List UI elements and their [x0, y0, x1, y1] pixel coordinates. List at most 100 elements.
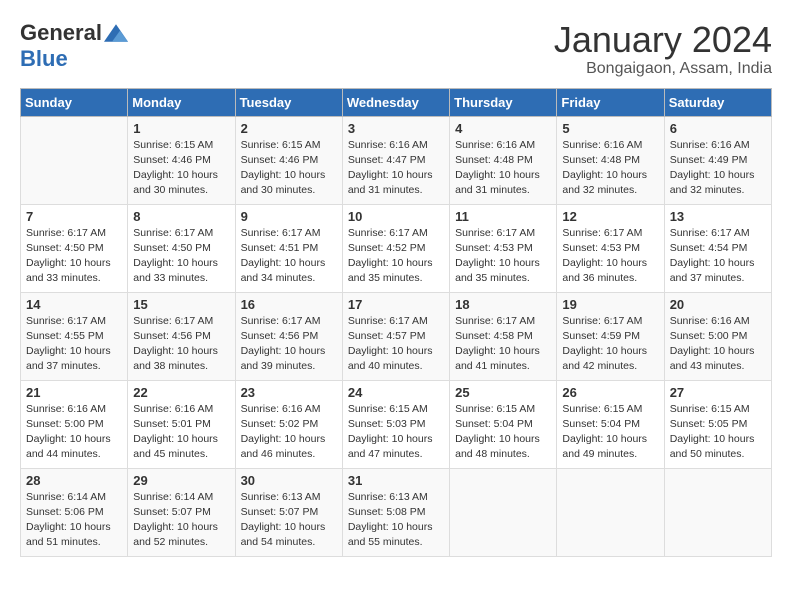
calendar-cell: 1 Sunrise: 6:15 AMSunset: 4:46 PMDaylight…	[128, 116, 235, 204]
day-number: 1	[133, 121, 229, 136]
week-row-2: 7Sunrise: 6:17 AMSunset: 4:50 PMDaylight…	[21, 204, 772, 292]
day-info: Sunrise: 6:16 AMSunset: 5:00 PMDaylight:…	[670, 314, 766, 375]
calendar-cell: 22Sunrise: 6:16 AMSunset: 5:01 PMDayligh…	[128, 380, 235, 468]
day-info: Sunrise: 6:17 AMSunset: 4:59 PMDaylight:…	[562, 314, 658, 375]
location-text: Bongaigaon, Assam, India	[554, 60, 772, 78]
calendar-cell: 26 Sunrise: 6:15 AMSunset: 5:04 PMDayligh…	[557, 380, 664, 468]
day-info: Sunrise: 6:15 AMSunset: 5:04 PMDaylight:…	[562, 402, 658, 463]
day-info: Sunrise: 6:13 AMSunset: 5:07 PMDaylight:…	[241, 490, 337, 551]
week-row-4: 21 Sunrise: 6:16 AMSunset: 5:00 PMDayligh…	[21, 380, 772, 468]
day-number: 29	[133, 473, 229, 488]
calendar-cell: 31 Sunrise: 6:13 AMSunset: 5:08 PMDayligh…	[342, 468, 449, 556]
day-number: 5	[562, 121, 658, 136]
calendar-cell: 21 Sunrise: 6:16 AMSunset: 5:00 PMDayligh…	[21, 380, 128, 468]
calendar-cell: 3 Sunrise: 6:16 AMSunset: 4:47 PMDaylight…	[342, 116, 449, 204]
day-number: 17	[348, 297, 444, 312]
week-row-1: 1 Sunrise: 6:15 AMSunset: 4:46 PMDaylight…	[21, 116, 772, 204]
day-number: 2	[241, 121, 337, 136]
day-number: 22	[133, 385, 229, 400]
calendar-cell: 4Sunrise: 6:16 AMSunset: 4:48 PMDaylight…	[450, 116, 557, 204]
calendar-cell: 24 Sunrise: 6:15 AMSunset: 5:03 PMDayligh…	[342, 380, 449, 468]
day-info: Sunrise: 6:15 AMSunset: 4:46 PMDaylight:…	[133, 138, 229, 199]
day-number: 30	[241, 473, 337, 488]
day-number: 3	[348, 121, 444, 136]
day-info: Sunrise: 6:15 AMSunset: 4:46 PMDaylight:…	[241, 138, 337, 199]
day-number: 8	[133, 209, 229, 224]
header-row: SundayMondayTuesdayWednesdayThursdayFrid…	[21, 88, 772, 116]
logo: General Blue	[20, 20, 128, 72]
day-number: 10	[348, 209, 444, 224]
day-number: 11	[455, 209, 551, 224]
day-info: Sunrise: 6:15 AMSunset: 5:04 PMDaylight:…	[455, 402, 551, 463]
day-info: Sunrise: 6:17 AMSunset: 4:54 PMDaylight:…	[670, 226, 766, 287]
calendar-cell: 28Sunrise: 6:14 AMSunset: 5:06 PMDayligh…	[21, 468, 128, 556]
calendar-cell: 25 Sunrise: 6:15 AMSunset: 5:04 PMDayligh…	[450, 380, 557, 468]
calendar-cell: 19 Sunrise: 6:17 AMSunset: 4:59 PMDayligh…	[557, 292, 664, 380]
day-info: Sunrise: 6:16 AMSunset: 4:47 PMDaylight:…	[348, 138, 444, 199]
calendar-cell: 10Sunrise: 6:17 AMSunset: 4:52 PMDayligh…	[342, 204, 449, 292]
day-info: Sunrise: 6:15 AMSunset: 5:03 PMDaylight:…	[348, 402, 444, 463]
day-info: Sunrise: 6:17 AMSunset: 4:58 PMDaylight:…	[455, 314, 551, 375]
calendar-cell	[21, 116, 128, 204]
column-header-saturday: Saturday	[664, 88, 771, 116]
page-header: General Blue January 2024 Bongaigaon, As…	[20, 20, 772, 78]
calendar-cell: 11 Sunrise: 6:17 AMSunset: 4:53 PMDayligh…	[450, 204, 557, 292]
calendar-cell: 2 Sunrise: 6:15 AMSunset: 4:46 PMDaylight…	[235, 116, 342, 204]
calendar-cell: 8Sunrise: 6:17 AMSunset: 4:50 PMDaylight…	[128, 204, 235, 292]
calendar-cell: 14Sunrise: 6:17 AMSunset: 4:55 PMDayligh…	[21, 292, 128, 380]
day-number: 28	[26, 473, 122, 488]
day-number: 24	[348, 385, 444, 400]
calendar-cell: 30 Sunrise: 6:13 AMSunset: 5:07 PMDayligh…	[235, 468, 342, 556]
day-number: 15	[133, 297, 229, 312]
day-number: 27	[670, 385, 766, 400]
calendar-cell: 6 Sunrise: 6:16 AMSunset: 4:49 PMDaylight…	[664, 116, 771, 204]
day-number: 16	[241, 297, 337, 312]
column-header-wednesday: Wednesday	[342, 88, 449, 116]
month-title: January 2024	[554, 20, 772, 60]
logo-icon	[104, 23, 128, 43]
calendar-cell	[664, 468, 771, 556]
week-row-5: 28Sunrise: 6:14 AMSunset: 5:06 PMDayligh…	[21, 468, 772, 556]
calendar-cell: 12Sunrise: 6:17 AMSunset: 4:53 PMDayligh…	[557, 204, 664, 292]
day-number: 31	[348, 473, 444, 488]
day-info: Sunrise: 6:15 AMSunset: 5:05 PMDaylight:…	[670, 402, 766, 463]
column-header-tuesday: Tuesday	[235, 88, 342, 116]
calendar-cell: 5 Sunrise: 6:16 AMSunset: 4:48 PMDaylight…	[557, 116, 664, 204]
calendar-cell: 16 Sunrise: 6:17 AMSunset: 4:56 PMDayligh…	[235, 292, 342, 380]
week-row-3: 14Sunrise: 6:17 AMSunset: 4:55 PMDayligh…	[21, 292, 772, 380]
title-block: January 2024 Bongaigaon, Assam, India	[554, 20, 772, 78]
day-info: Sunrise: 6:14 AMSunset: 5:07 PMDaylight:…	[133, 490, 229, 551]
day-number: 13	[670, 209, 766, 224]
day-info: Sunrise: 6:17 AMSunset: 4:53 PMDaylight:…	[562, 226, 658, 287]
day-info: Sunrise: 6:17 AMSunset: 4:56 PMDaylight:…	[241, 314, 337, 375]
day-number: 19	[562, 297, 658, 312]
column-header-sunday: Sunday	[21, 88, 128, 116]
day-number: 20	[670, 297, 766, 312]
day-info: Sunrise: 6:17 AMSunset: 4:51 PMDaylight:…	[241, 226, 337, 287]
day-number: 4	[455, 121, 551, 136]
day-info: Sunrise: 6:16 AMSunset: 5:02 PMDaylight:…	[241, 402, 337, 463]
day-number: 25	[455, 385, 551, 400]
day-info: Sunrise: 6:16 AMSunset: 4:48 PMDaylight:…	[562, 138, 658, 199]
day-number: 6	[670, 121, 766, 136]
day-info: Sunrise: 6:17 AMSunset: 4:53 PMDaylight:…	[455, 226, 551, 287]
calendar-cell: 29 Sunrise: 6:14 AMSunset: 5:07 PMDayligh…	[128, 468, 235, 556]
day-info: Sunrise: 6:17 AMSunset: 4:55 PMDaylight:…	[26, 314, 122, 375]
day-info: Sunrise: 6:13 AMSunset: 5:08 PMDaylight:…	[348, 490, 444, 551]
day-info: Sunrise: 6:16 AMSunset: 5:00 PMDaylight:…	[26, 402, 122, 463]
day-info: Sunrise: 6:17 AMSunset: 4:50 PMDaylight:…	[26, 226, 122, 287]
calendar-cell	[450, 468, 557, 556]
day-number: 26	[562, 385, 658, 400]
calendar-cell: 15Sunrise: 6:17 AMSunset: 4:56 PMDayligh…	[128, 292, 235, 380]
column-header-monday: Monday	[128, 88, 235, 116]
calendar-cell: 9Sunrise: 6:17 AMSunset: 4:51 PMDaylight…	[235, 204, 342, 292]
day-number: 21	[26, 385, 122, 400]
day-number: 23	[241, 385, 337, 400]
day-info: Sunrise: 6:16 AMSunset: 4:49 PMDaylight:…	[670, 138, 766, 199]
calendar-cell: 23 Sunrise: 6:16 AMSunset: 5:02 PMDayligh…	[235, 380, 342, 468]
calendar-cell: 13 Sunrise: 6:17 AMSunset: 4:54 PMDayligh…	[664, 204, 771, 292]
calendar-cell: 17Sunrise: 6:17 AMSunset: 4:57 PMDayligh…	[342, 292, 449, 380]
column-header-thursday: Thursday	[450, 88, 557, 116]
calendar-cell: 18Sunrise: 6:17 AMSunset: 4:58 PMDayligh…	[450, 292, 557, 380]
calendar-cell: 7Sunrise: 6:17 AMSunset: 4:50 PMDaylight…	[21, 204, 128, 292]
